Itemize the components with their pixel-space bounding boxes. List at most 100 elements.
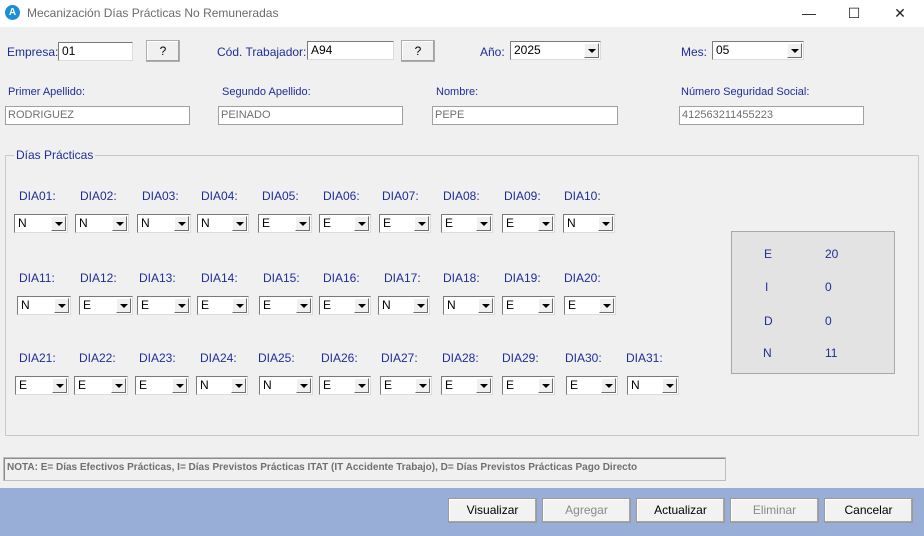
agregar-button[interactable]: Agregar	[542, 498, 631, 523]
dia23-select[interactable]: E	[135, 376, 189, 395]
chevron-down-icon[interactable]	[601, 378, 616, 393]
dia05-select[interactable]: E	[258, 214, 312, 233]
cod-trabajador-input[interactable]: A94	[307, 41, 394, 60]
dia10-label: DIA10:	[564, 189, 601, 203]
empresa-lookup-button[interactable]: ?	[146, 40, 180, 62]
chevron-down-icon[interactable]	[295, 216, 310, 231]
dia10-select[interactable]: N	[563, 214, 615, 233]
dia16-select[interactable]: E	[319, 296, 371, 315]
chevron-down-icon[interactable]	[599, 298, 614, 313]
mes-select[interactable]: 05	[712, 41, 804, 60]
dia18-select[interactable]: N	[443, 296, 495, 315]
chevron-down-icon[interactable]	[174, 216, 189, 231]
minimize-button[interactable]: —	[786, 0, 832, 27]
chevron-down-icon[interactable]	[231, 378, 246, 393]
chevron-down-icon[interactable]	[296, 298, 311, 313]
chevron-down-icon[interactable]	[172, 378, 187, 393]
actualizar-button[interactable]: Actualizar	[636, 498, 725, 523]
chevron-down-icon[interactable]	[112, 216, 127, 231]
legend-note-text: NOTA: E= Días Efectivos Prácticas, I= Dí…	[7, 462, 638, 473]
eliminar-button[interactable]: Eliminar	[730, 498, 819, 523]
chevron-down-icon[interactable]	[598, 216, 613, 231]
chevron-down-icon[interactable]	[787, 43, 802, 58]
dia20-select[interactable]: E	[564, 296, 616, 315]
chevron-down-icon[interactable]	[476, 216, 491, 231]
empresa-label: Empresa:	[7, 45, 59, 59]
visualizar-button[interactable]: Visualizar	[448, 498, 537, 523]
dia15-value: E	[263, 298, 272, 312]
chevron-down-icon[interactable]	[478, 298, 493, 313]
anio-label: Año:	[480, 45, 505, 59]
chevron-down-icon[interactable]	[414, 216, 429, 231]
cod-trabajador-label: Cód. Trabajador:	[217, 45, 307, 59]
dia30-label: DIA30:	[565, 351, 602, 365]
dia31-select[interactable]: N	[627, 376, 679, 395]
chevron-down-icon[interactable]	[538, 378, 553, 393]
cod-trabajador-lookup-button[interactable]: ?	[401, 40, 435, 62]
dia03-select[interactable]: N	[137, 214, 191, 233]
dia03-label: DIA03:	[142, 189, 179, 203]
chevron-down-icon[interactable]	[538, 298, 553, 313]
maximize-button[interactable]: ☐	[831, 0, 877, 27]
nombre-label: Nombre:	[436, 86, 479, 98]
dia04-select[interactable]: N	[197, 214, 249, 233]
dia17-select[interactable]: N	[378, 296, 430, 315]
chevron-down-icon[interactable]	[476, 378, 491, 393]
dia08-label: DIA08:	[443, 189, 480, 203]
chevron-down-icon[interactable]	[232, 216, 247, 231]
dia16-label: DIA16:	[323, 271, 360, 285]
empresa-input[interactable]: 01	[58, 42, 133, 61]
dia22-select[interactable]: E	[74, 376, 128, 395]
dia24-select[interactable]: N	[196, 376, 248, 395]
dia28-select[interactable]: E	[441, 376, 493, 395]
dia07-select[interactable]: E	[379, 214, 431, 233]
dia23-value: E	[139, 378, 148, 392]
chevron-down-icon[interactable]	[296, 378, 311, 393]
dia29-label: DIA29:	[502, 351, 539, 365]
chevron-down-icon[interactable]	[354, 216, 369, 231]
dia11-value: N	[21, 298, 30, 312]
dia14-select[interactable]: E	[197, 296, 249, 315]
chevron-down-icon[interactable]	[662, 378, 677, 393]
chevron-down-icon[interactable]	[52, 378, 67, 393]
chevron-down-icon[interactable]	[538, 216, 553, 231]
chevron-down-icon[interactable]	[51, 216, 66, 231]
dia29-select[interactable]: E	[502, 376, 555, 395]
dia12-select[interactable]: E	[79, 296, 133, 315]
dia09-select[interactable]: E	[502, 214, 555, 233]
mes-value: 05	[716, 43, 730, 57]
chevron-down-icon[interactable]	[584, 43, 599, 58]
dia15-select[interactable]: E	[259, 296, 313, 315]
dia19-select[interactable]: E	[502, 296, 555, 315]
dia06-select[interactable]: E	[319, 214, 371, 233]
close-button[interactable]: ✕	[877, 0, 923, 27]
dia30-select[interactable]: E	[566, 376, 618, 395]
summary-value-i: 0	[825, 280, 832, 294]
dia24-value: N	[200, 378, 209, 392]
chevron-down-icon[interactable]	[415, 378, 430, 393]
mes-label: Mes:	[681, 45, 708, 59]
dia02-select[interactable]: N	[75, 214, 129, 233]
summary-key-i: I	[765, 280, 769, 294]
segundo-apellido-field: PEINADO	[218, 106, 403, 125]
chevron-down-icon[interactable]	[174, 298, 189, 313]
dia26-select[interactable]: E	[319, 376, 371, 395]
dia08-select[interactable]: E	[441, 214, 493, 233]
dia25-select[interactable]: N	[259, 376, 313, 395]
chevron-down-icon[interactable]	[354, 298, 369, 313]
dia13-select[interactable]: E	[137, 296, 191, 315]
anio-select[interactable]: 2025	[510, 41, 601, 60]
chevron-down-icon[interactable]	[116, 298, 131, 313]
dia21-select[interactable]: E	[15, 376, 69, 395]
cancelar-button[interactable]: Cancelar	[824, 498, 913, 523]
dia27-select[interactable]: E	[380, 376, 432, 395]
chevron-down-icon[interactable]	[111, 378, 126, 393]
dia01-select[interactable]: N	[14, 214, 68, 233]
chevron-down-icon[interactable]	[232, 298, 247, 313]
chevron-down-icon[interactable]	[54, 298, 69, 313]
dia08-value: E	[445, 216, 454, 230]
chevron-down-icon[interactable]	[354, 378, 369, 393]
dia07-label: DIA07:	[382, 189, 419, 203]
dia11-select[interactable]: N	[17, 296, 71, 315]
chevron-down-icon[interactable]	[413, 298, 428, 313]
